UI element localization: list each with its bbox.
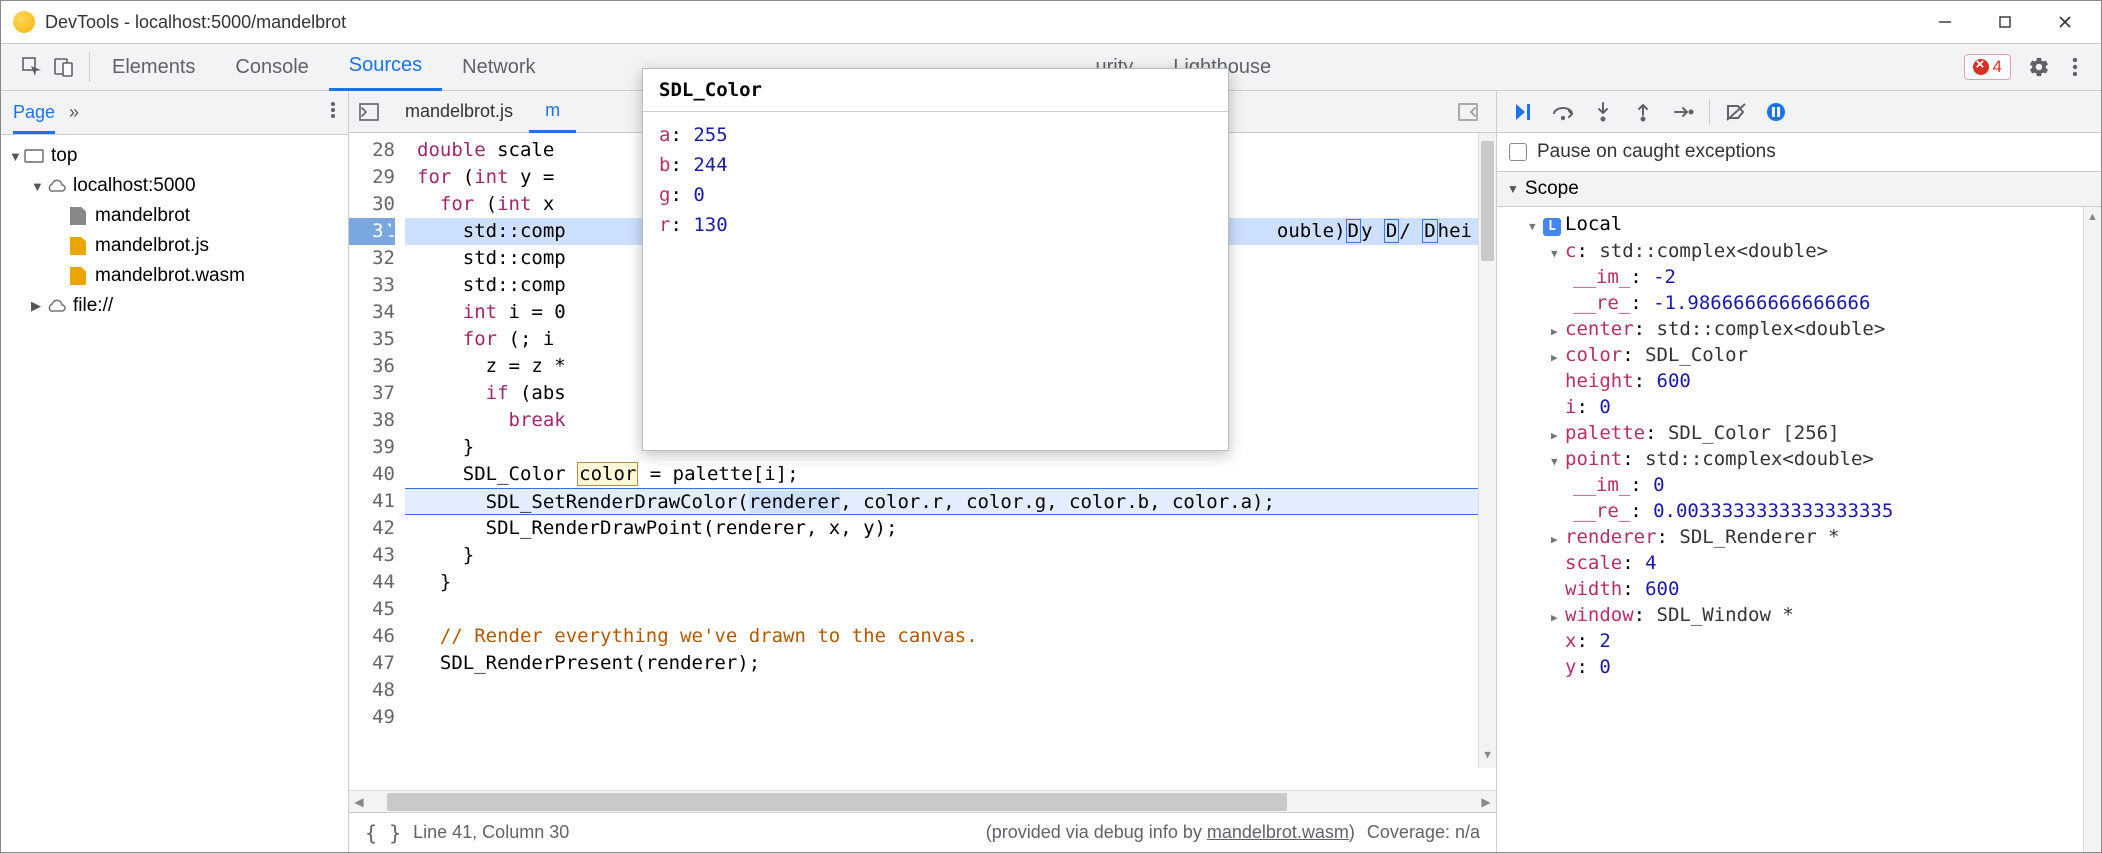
var-renderer[interactable]: ▶renderer: SDL_Renderer * [1497, 524, 2083, 550]
var-i[interactable]: i: 0 [1497, 394, 2083, 420]
line-gutter[interactable]: 282930 31 323334353637383940414243444546… [349, 133, 405, 790]
scope-header[interactable]: ▼Scope [1497, 171, 2101, 207]
step-into-icon[interactable] [1585, 95, 1621, 129]
run-snippet-icon[interactable] [1456, 100, 1480, 124]
maximize-button[interactable] [1975, 2, 2035, 42]
var-c[interactable]: ▼c: std::complex<double> [1497, 238, 2083, 264]
settings-icon[interactable] [2025, 53, 2053, 81]
pause-checkbox[interactable] [1509, 143, 1527, 161]
var-window[interactable]: ▶window: SDL_Window * [1497, 602, 2083, 628]
var-point[interactable]: ▼point: std::complex<double> [1497, 446, 2083, 472]
var-x[interactable]: x: 2 [1497, 628, 2083, 654]
page-tab[interactable]: Page [13, 102, 55, 134]
devtools-favicon [13, 11, 35, 33]
step-icon[interactable] [1665, 95, 1701, 129]
debug-info-text: (provided via debug info by mandelbrot.w… [986, 822, 1355, 843]
scope-local[interactable]: ▼LLocal [1497, 211, 2083, 238]
more-icon[interactable] [2061, 53, 2089, 81]
inspect-icon[interactable] [19, 54, 45, 80]
step-out-icon[interactable] [1625, 95, 1661, 129]
popover-body: a: 255 b: 244 g: 0 r: 130 [643, 112, 1228, 450]
coverage-text: Coverage: n/a [1367, 822, 1480, 843]
var-palette[interactable]: ▶palette: SDL_Color [256] [1497, 420, 2083, 446]
wasm-link[interactable]: mandelbrot.wasm [1207, 822, 1349, 842]
navigator-pane: Page » ▼top ▼localhost:5000 mandelbrot m… [1, 91, 349, 852]
navigator-more-icon[interactable] [330, 101, 336, 124]
var-point-re[interactable]: __re_: 0.0033333333333333335 [1497, 498, 2083, 524]
pause-label: Pause on caught exceptions [1537, 141, 1776, 163]
var-width[interactable]: width: 600 [1497, 576, 2083, 602]
titlebar: DevTools - localhost:5000/mandelbrot [1, 1, 2101, 43]
debugger-pane: Pause on caught exceptions ▼Scope ▼LLoca… [1497, 91, 2101, 852]
tree-file-mandelbrot[interactable]: mandelbrot [1, 201, 348, 231]
var-c-re[interactable]: __re_: -1.9866666666666666 [1497, 290, 2083, 316]
debugger-toolbar [1497, 91, 2101, 133]
pretty-print-icon[interactable]: { } [365, 821, 401, 845]
tree-file-mandelbrot-js[interactable]: mandelbrot.js [1, 231, 348, 261]
tree-host[interactable]: ▼localhost:5000 [1, 171, 348, 201]
editor-hscroll[interactable]: ◀▶ [349, 790, 1496, 812]
error-count: 4 [1993, 57, 2002, 77]
close-button[interactable] [2035, 2, 2095, 42]
nav-panel-icon[interactable] [357, 100, 381, 124]
hover-popover: SDL_Color a: 255 b: 244 g: 0 r: 130 [642, 68, 1229, 451]
tree-top[interactable]: ▼top [1, 141, 348, 171]
var-c-im[interactable]: __im_: -2 [1497, 264, 2083, 290]
pause-exceptions-icon[interactable] [1758, 95, 1794, 129]
pause-on-caught-row[interactable]: Pause on caught exceptions [1497, 133, 2101, 171]
scope-body: ▼LLocal ▼c: std::complex<double> __im_: … [1497, 207, 2083, 852]
editor-statusbar: { } Line 41, Column 30 (provided via deb… [349, 812, 1496, 852]
cursor-position: Line 41, Column 30 [413, 822, 569, 843]
tab-console[interactable]: Console [215, 44, 328, 91]
var-y[interactable]: y: 0 [1497, 654, 2083, 680]
minimize-button[interactable] [1915, 2, 1975, 42]
tab-sources[interactable]: Sources [329, 44, 442, 91]
file-tab-mandelbrot-js[interactable]: mandelbrot.js [389, 91, 529, 133]
error-icon [1973, 59, 1989, 75]
var-center[interactable]: ▶center: std::complex<double> [1497, 316, 2083, 342]
tab-network[interactable]: Network [442, 44, 555, 91]
editor-vscroll[interactable]: ▲▼ [1478, 133, 1496, 768]
device-toggle-icon[interactable] [51, 54, 77, 80]
tree-file-scheme[interactable]: ▶file:// [1, 291, 348, 321]
resume-icon[interactable] [1505, 95, 1541, 129]
more-tabs-icon[interactable]: » [69, 102, 79, 123]
error-count-badge[interactable]: 4 [1964, 54, 2011, 80]
deactivate-breakpoints-icon[interactable] [1718, 95, 1754, 129]
tab-elements[interactable]: Elements [92, 44, 215, 91]
window-title: DevTools - localhost:5000/mandelbrot [45, 12, 346, 33]
file-tree: ▼top ▼localhost:5000 mandelbrot mandelbr… [1, 135, 348, 852]
file-tab-active[interactable]: m [529, 91, 576, 133]
step-over-icon[interactable] [1545, 95, 1581, 129]
var-point-im[interactable]: __im_: 0 [1497, 472, 2083, 498]
scope-vscroll[interactable]: ▲ [2083, 207, 2101, 852]
var-color[interactable]: ▶color: SDL_Color [1497, 342, 2083, 368]
tree-file-mandelbrot-wasm[interactable]: mandelbrot.wasm [1, 261, 348, 291]
popover-title: SDL_Color [643, 69, 1228, 112]
var-scale[interactable]: scale: 4 [1497, 550, 2083, 576]
var-height[interactable]: height: 600 [1497, 368, 2083, 394]
